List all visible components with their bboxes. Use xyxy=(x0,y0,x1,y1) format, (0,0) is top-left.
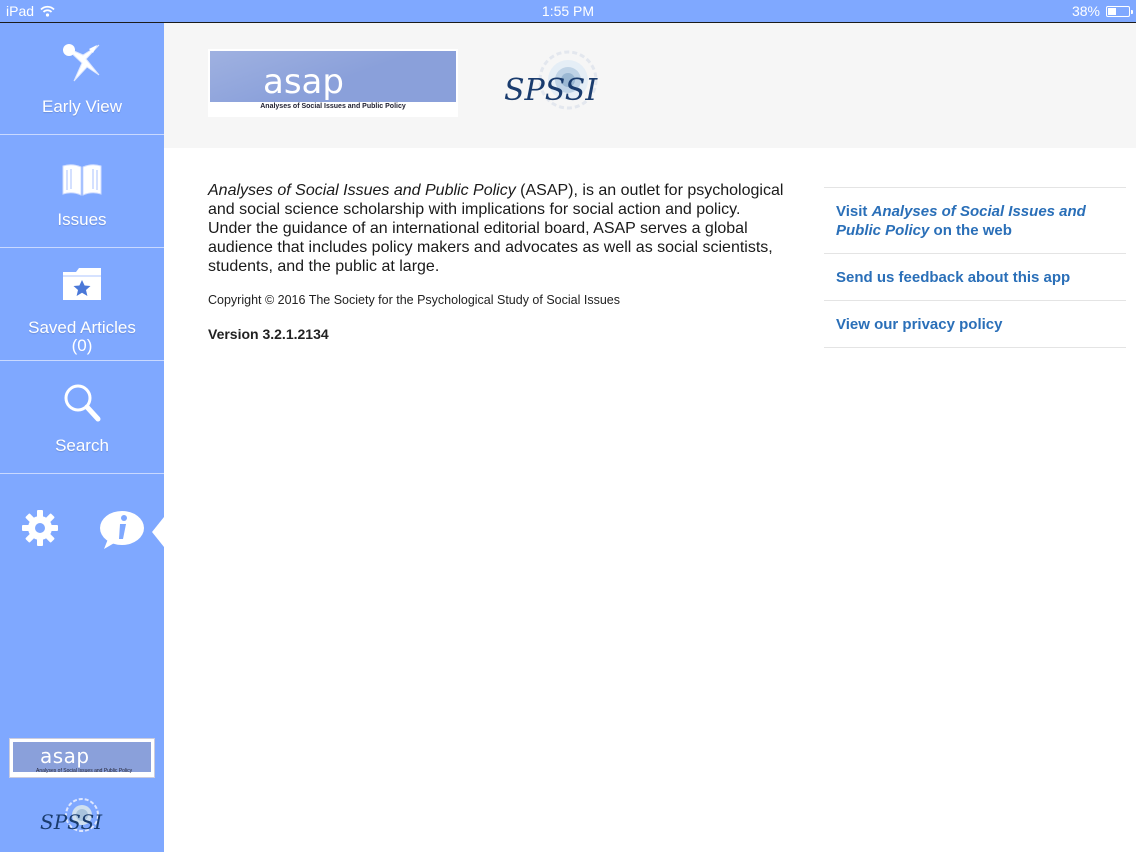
book-icon xyxy=(0,162,164,198)
info-bubble-icon xyxy=(100,511,144,549)
sidebar: Early View Issues Saved Articles (0) Sea… xyxy=(0,23,164,852)
status-right: 38% xyxy=(1071,3,1133,19)
battery-nub xyxy=(1131,9,1133,14)
sidebar-item-label: Issues xyxy=(57,210,107,229)
svg-text:SPSSI: SPSSI xyxy=(40,810,103,834)
visit-website-link[interactable]: Visit Analyses of Social Issues and Publ… xyxy=(824,188,1126,254)
asap-logo-small: asap Analyses of Social Issues and Publi… xyxy=(9,738,155,778)
about-description: Analyses of Social Issues and Public Pol… xyxy=(208,181,788,276)
settings-button[interactable] xyxy=(20,508,60,553)
battery-fill xyxy=(1108,7,1116,15)
sidebar-item-early-view[interactable]: Early View xyxy=(0,23,164,135)
visit-suffix: on the web xyxy=(929,222,1012,239)
sidebar-item-issues[interactable]: Issues xyxy=(0,136,164,248)
links-list: Visit Analyses of Social Issues and Publ… xyxy=(824,187,1126,348)
visit-prefix: Visit xyxy=(836,203,872,220)
battery-icon xyxy=(1106,5,1133,17)
selection-pointer xyxy=(152,517,164,547)
version-text: Version 3.2.1.2134 xyxy=(208,326,329,342)
asap-wordmark: asap xyxy=(40,744,90,768)
asap-subtitle: Analyses of Social Issues and Public Pol… xyxy=(260,103,406,110)
early-view-icon xyxy=(0,41,164,85)
starred-folder-icon xyxy=(0,266,164,302)
status-bar: iPad 1:55 PM 38% xyxy=(0,0,1136,22)
asap-subtitle: Analyses of Social Issues and Public Pol… xyxy=(36,768,133,774)
sidebar-item-label: Early View xyxy=(42,97,122,116)
copyright-text: Copyright © 2016 The Society for the Psy… xyxy=(208,293,620,307)
privacy-policy-link[interactable]: View our privacy policy xyxy=(824,301,1126,348)
info-button[interactable] xyxy=(98,509,146,556)
saved-articles-count: (0) xyxy=(71,336,93,355)
asap-logo: asap Analyses of Social Issues and Publi… xyxy=(208,49,458,117)
journal-title: Analyses of Social Issues and Public Pol… xyxy=(208,182,516,199)
gear-icon xyxy=(22,510,58,546)
sidebar-item-saved-articles[interactable]: Saved Articles (0) xyxy=(0,249,164,361)
sidebar-item-label: Saved Articles xyxy=(28,318,136,337)
sidebar-item-label: Search xyxy=(55,436,109,455)
spssi-wordmark: SPSSI xyxy=(504,73,598,108)
spssi-logo: SPSSI xyxy=(500,48,604,123)
spssi-logo-small: SPSSI xyxy=(38,795,104,846)
battery-percent: 38% xyxy=(1071,3,1100,19)
asap-wordmark: asap xyxy=(263,62,344,102)
feedback-link[interactable]: Send us feedback about this app xyxy=(824,254,1126,301)
clock: 1:55 PM xyxy=(541,3,595,19)
magnifier-icon xyxy=(0,382,164,424)
sidebar-item-search[interactable]: Search xyxy=(0,362,164,474)
